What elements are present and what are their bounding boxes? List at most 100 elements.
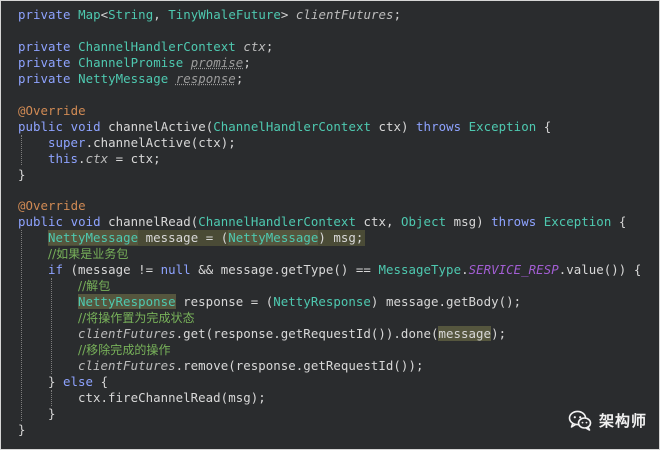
type-name: TinyWhaleFuture (168, 7, 281, 22)
operator: > (280, 7, 296, 22)
comment: //如果是业务包 (48, 247, 129, 261)
code-line-27: } (18, 422, 26, 438)
keyword: public void (18, 119, 109, 134)
statement: = ctx; (108, 151, 161, 166)
code-editor[interactable]: private Map<String, TinyWhaleFuture> cli… (1, 1, 659, 449)
unused-field-name: response (175, 71, 236, 86)
highlighted-variable: message (438, 326, 492, 341)
comment: //将操作置为完成状态 (78, 311, 195, 325)
keyword: throws (491, 214, 544, 229)
field-name: clientFutures (78, 326, 176, 341)
code-line-21: clientFutures.get(response.getRequestId(… (78, 326, 506, 342)
enum-constant: SERVICE_RESP (468, 262, 559, 277)
unused-field-name: promise (190, 55, 244, 70)
type-name: String (108, 7, 154, 22)
code-line-9: super.channelActive(ctx); (48, 135, 236, 151)
keyword: this (48, 151, 79, 166)
code-line-13: @Override (18, 198, 86, 214)
type-name: NettyMessage (48, 230, 139, 245)
type-name: NettyMessage (78, 71, 176, 86)
type-name: Exception (543, 214, 612, 229)
statement: message = ( (138, 230, 229, 245)
code-line-22: //移除完成的操作 (78, 342, 171, 358)
type-name: NettyResponse (273, 294, 371, 309)
operator: ; (393, 7, 402, 22)
keyword: else (63, 374, 101, 389)
annotation: @Override (18, 103, 86, 118)
brace: } (48, 406, 56, 421)
wechat-icon (568, 410, 592, 431)
type-name: Exception (468, 119, 537, 134)
statement: response = ( (175, 294, 274, 309)
code-line-3: private ChannelHandlerContext ctx; (18, 39, 273, 55)
operator: ; (235, 71, 244, 86)
indent-guide (21, 230, 23, 421)
operator: , (153, 7, 169, 22)
watermark-text: 架构师 (598, 411, 647, 430)
parameter: ctx, (355, 214, 402, 229)
code-line-5: private NettyMessage response; (18, 71, 243, 87)
type-name: NettyResponse (78, 294, 176, 309)
code-line-20: //将操作置为完成状态 (78, 310, 195, 326)
statement: ) message.getBody(); (370, 294, 522, 309)
parameter: msg) (446, 214, 492, 229)
operator: . (78, 151, 86, 166)
code-line-7: @Override (18, 103, 86, 119)
indent-guide (51, 390, 53, 406)
keyword: private (18, 55, 79, 70)
operator: { (611, 214, 627, 229)
indent-guide (21, 135, 23, 165)
comment: //解包 (78, 279, 111, 293)
method-name: channelRead( (108, 214, 199, 229)
code-line-24: } else { (48, 374, 108, 390)
code-line-18: //解包 (78, 278, 110, 294)
code-line-8: public void channelActive(ChannelHandler… (18, 119, 551, 135)
code-line-11: } (18, 167, 26, 183)
brace: } (18, 167, 26, 182)
annotation: @Override (18, 198, 86, 213)
brace: } (18, 422, 26, 437)
keyword: throws (416, 119, 469, 134)
indent-guide (51, 278, 53, 374)
code-line-15: NettyMessage message = (NettyMessage) ms… (48, 230, 366, 246)
code-line-1: private Map<String, TinyWhaleFuture> cli… (18, 7, 401, 23)
type-name: ChannelHandlerContext (78, 39, 244, 54)
field-name: ctx (243, 39, 266, 54)
operator: { (536, 119, 552, 134)
screenshot-frame: private Map<String, TinyWhaleFuture> cli… (0, 0, 660, 450)
statement: ); (491, 326, 507, 341)
type-name: ChannelHandlerContext (198, 214, 356, 229)
brace: { (100, 374, 109, 389)
keyword: private (18, 7, 79, 22)
statement: .channelActive(ctx); (85, 135, 236, 150)
statement: .value()) { (558, 262, 642, 277)
type-name: ChannelPromise (78, 55, 191, 70)
operator: < (100, 7, 109, 22)
type-name: Map (78, 7, 101, 22)
statement: && message.getType() == (198, 262, 379, 277)
statement: .remove(response.getRequestId()); (175, 358, 424, 373)
statement: ) msg; (318, 230, 364, 245)
keyword: super (48, 135, 86, 150)
type-name: ChannelHandlerContext (213, 119, 371, 134)
keyword: if (48, 262, 71, 277)
statement: .get(response.getRequestId()).done( (175, 326, 439, 341)
code-line-4: private ChannelPromise promise; (18, 55, 251, 71)
type-name: MessageType (378, 262, 462, 277)
statement: ctx.fireChannelRead(msg); (78, 390, 266, 405)
code-line-23: clientFutures.remove(response.getRequest… (78, 358, 423, 374)
code-line-16: //如果是业务包 (48, 246, 129, 262)
method-name: channelActive( (108, 119, 214, 134)
field-name: ctx (85, 151, 109, 166)
code-line-26: } (48, 406, 56, 422)
type-name: NettyMessage (228, 230, 319, 245)
code-line-14: public void channelRead(ChannelHandlerCo… (18, 214, 626, 230)
operator: . (461, 262, 469, 277)
operator: ; (265, 39, 274, 54)
code-line-10: this.ctx = ctx; (48, 151, 161, 167)
parameter: ctx) (370, 119, 417, 134)
brace: } (48, 374, 64, 389)
keyword: private (18, 71, 79, 86)
comment: //移除完成的操作 (78, 343, 171, 357)
keyword: null (160, 262, 199, 277)
